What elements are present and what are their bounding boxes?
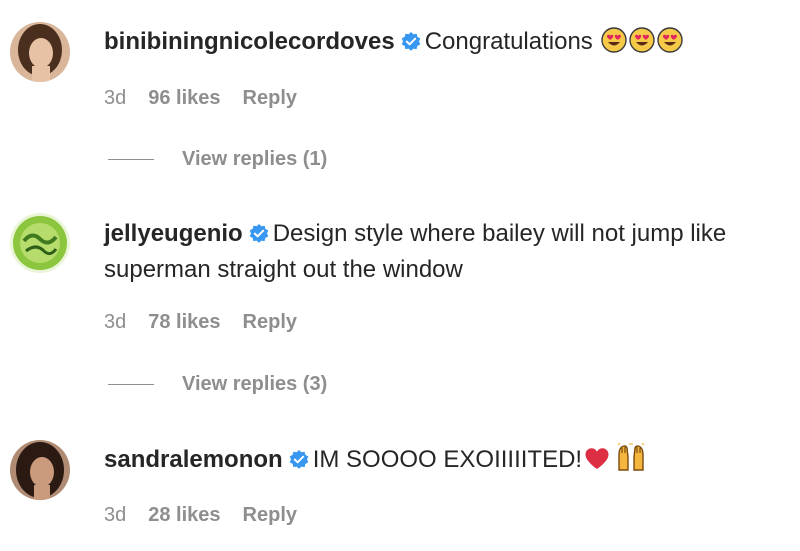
- replies-divider: [108, 159, 154, 161]
- comment-line: sandralemonon IM SOOOO EXOIIIIITED!: [104, 442, 784, 480]
- likes-count[interactable]: 28 likes: [148, 504, 220, 526]
- comment-text-continued: superman straight out the window: [104, 256, 463, 283]
- comment-text: IM SOOOO EXOIIIIITED!: [312, 446, 583, 473]
- heart-eyes-emoji-icon: [629, 27, 656, 62]
- avatar[interactable]: [10, 440, 70, 500]
- verified-badge-icon: [289, 446, 309, 479]
- heart-eyes-emoji-icon: [601, 27, 628, 62]
- comment-timestamp: 3d: [104, 504, 127, 526]
- avatar[interactable]: [10, 22, 70, 82]
- comment-line: jellyeugenio Design style where bailey wi…: [104, 217, 784, 286]
- red-heart-emoji-icon: [584, 447, 610, 480]
- comment-username[interactable]: sandralemonon: [104, 446, 283, 473]
- verified-badge-icon: [249, 220, 269, 253]
- reply-button[interactable]: Reply: [243, 504, 297, 526]
- likes-count[interactable]: 96 likes: [148, 87, 220, 109]
- view-replies-label: View replies (3): [182, 373, 328, 395]
- view-replies-label: View replies (1): [182, 148, 328, 170]
- reply-button[interactable]: Reply: [243, 87, 297, 109]
- raising-hands-emoji-icon: [616, 442, 646, 480]
- avatar[interactable]: [10, 213, 70, 273]
- comment-line: binibiningnicolecordoves Congratulations: [104, 25, 784, 62]
- view-replies-button[interactable]: View replies (3): [108, 371, 327, 397]
- comment-timestamp: 3d: [104, 311, 127, 333]
- comment-username[interactable]: jellyeugenio: [104, 220, 243, 247]
- comment-text: Design style where bailey will not jump …: [272, 220, 727, 247]
- likes-count[interactable]: 78 likes: [148, 311, 220, 333]
- comment-meta: 3d 28 likes Reply: [104, 502, 319, 528]
- reply-button[interactable]: Reply: [243, 311, 297, 333]
- heart-eyes-emoji-icon: [657, 27, 684, 62]
- verified-badge-icon: [401, 28, 421, 61]
- comment-meta: 3d 96 likes Reply: [104, 85, 319, 111]
- comment-username[interactable]: binibiningnicolecordoves: [104, 28, 395, 55]
- comment-timestamp: 3d: [104, 87, 127, 109]
- comment-text: Congratulations: [424, 28, 593, 55]
- replies-divider: [108, 384, 154, 386]
- comment-meta: 3d 78 likes Reply: [104, 309, 319, 335]
- view-replies-button[interactable]: View replies (1): [108, 146, 327, 172]
